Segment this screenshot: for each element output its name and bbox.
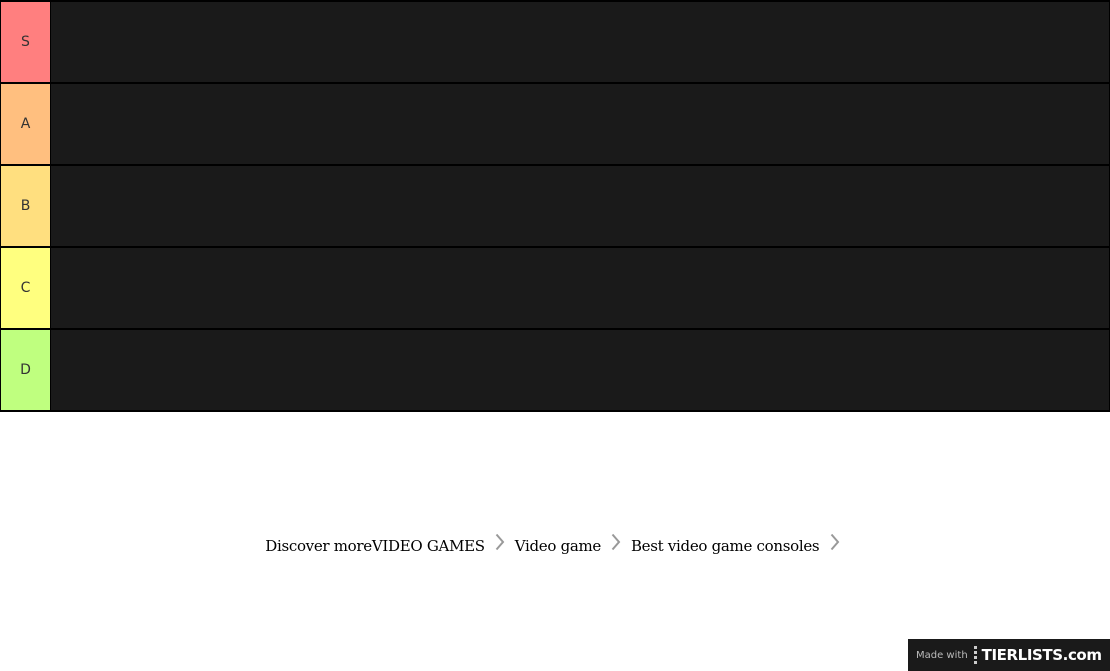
tier-label-s[interactable]: S — [1, 2, 50, 82]
tier-items-d[interactable] — [51, 330, 1109, 410]
tier-items-c[interactable] — [51, 248, 1109, 328]
tier-row-s: S — [0, 0, 1110, 82]
tierlists-logo-icon — [973, 646, 977, 664]
crumb-video-game[interactable]: Video game — [515, 537, 602, 555]
tier-row-a: A — [0, 82, 1110, 164]
tierlists-logo-text: TIERLISTS.com — [981, 646, 1102, 664]
tier-row-d: D — [0, 328, 1110, 412]
made-with-text: Made with — [916, 649, 968, 661]
tier-label-a[interactable]: A — [1, 84, 50, 164]
crumb-video-games[interactable]: VIDEO GAMES — [372, 537, 485, 555]
discover-breadcrumb: Discover moreVIDEO GAMES Video game Best… — [0, 533, 1110, 558]
discover-more-prefix: Discover more — [265, 537, 372, 555]
tier-items-b[interactable] — [51, 166, 1109, 246]
tier-row-c: C — [0, 246, 1110, 328]
tier-items-a[interactable] — [51, 84, 1109, 164]
chevron-right-icon — [611, 533, 621, 555]
chevron-right-icon — [830, 533, 840, 555]
tier-label-b[interactable]: B — [1, 166, 50, 246]
tier-board: S A B C D — [0, 0, 1110, 412]
crumb-best-video-game-consoles[interactable]: Best video game consoles — [631, 537, 820, 555]
tier-items-s[interactable] — [51, 2, 1109, 82]
made-with-tierlists-watermark[interactable]: Made with TIERLISTS.com — [908, 639, 1110, 671]
tier-label-d[interactable]: D — [1, 330, 50, 410]
chevron-right-icon — [495, 533, 505, 555]
tier-row-b: B — [0, 164, 1110, 246]
tier-label-c[interactable]: C — [1, 248, 50, 328]
